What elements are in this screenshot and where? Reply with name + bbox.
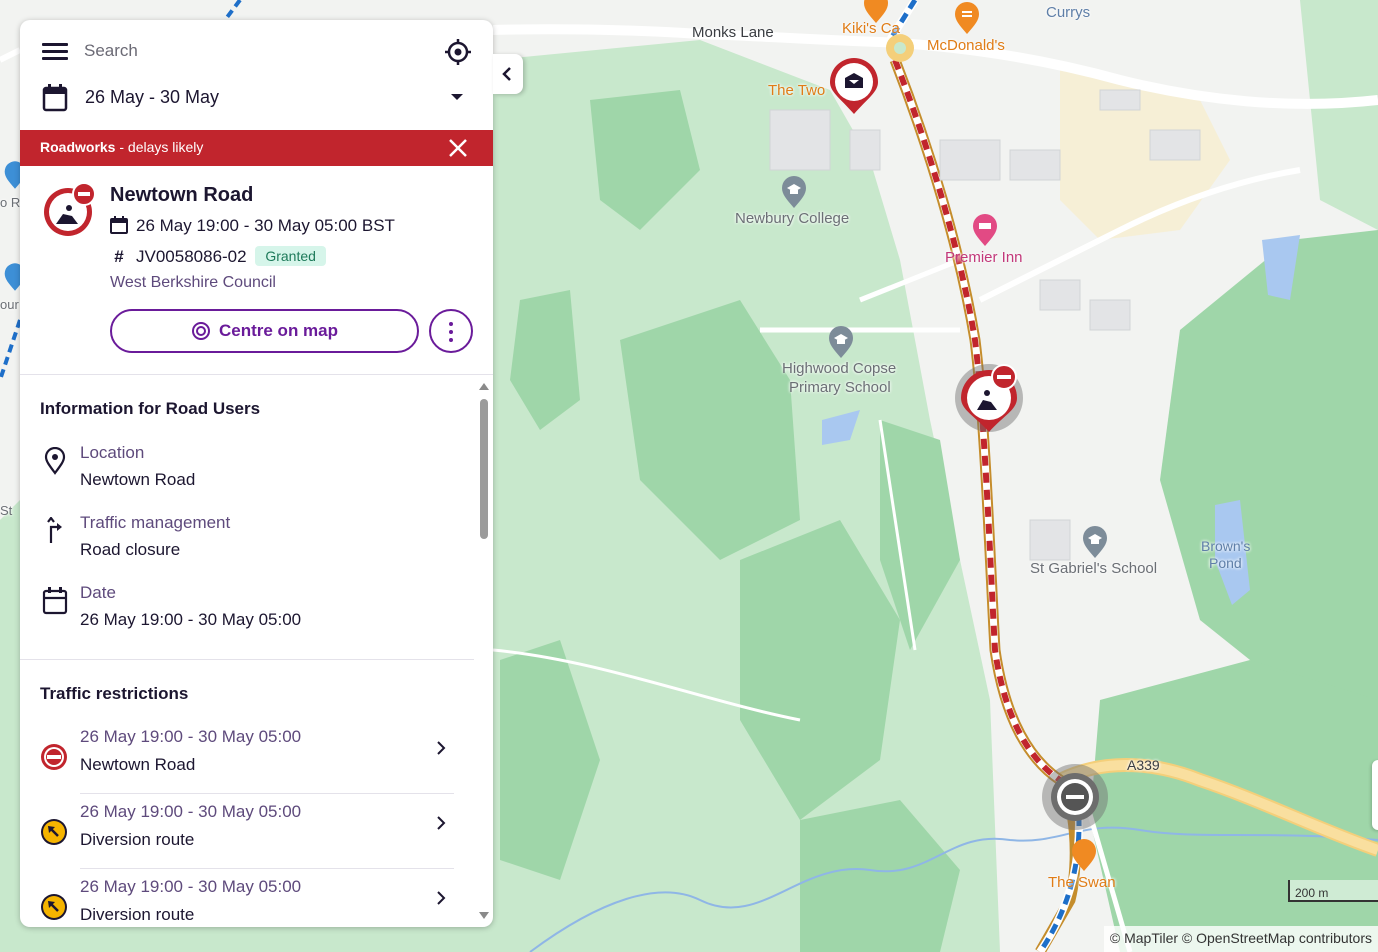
date-filter-label: 26 May - 30 May bbox=[85, 87, 220, 107]
restaurant-poi-icon[interactable] bbox=[953, 1, 981, 35]
map-label-edge-our: our bbox=[0, 297, 19, 312]
restriction-dates: 26 May 19:00 - 30 May 05:00 bbox=[80, 802, 302, 821]
chevron-down-icon[interactable] bbox=[450, 92, 464, 102]
restriction-name: Diversion route bbox=[80, 830, 195, 849]
map-label-premier-inn: Premier Inn bbox=[945, 249, 1023, 266]
school-poi-icon[interactable] bbox=[780, 175, 808, 209]
restaurant-poi-icon[interactable] bbox=[862, 0, 890, 24]
alert-subtitle: - delays likely bbox=[115, 139, 204, 155]
diversion-icon bbox=[41, 894, 67, 920]
roadworks-icon bbox=[44, 182, 96, 236]
alert-banner: Roadworks - delays likely bbox=[20, 130, 493, 166]
search-input[interactable] bbox=[84, 38, 424, 64]
map-label-st-gabriels: St Gabriel's School bbox=[1030, 560, 1158, 577]
work-dates-text: 26 May 19:00 - 30 May 05:00 BST bbox=[136, 216, 395, 235]
traffic-management-icon bbox=[47, 517, 62, 543]
row-separator bbox=[80, 868, 454, 869]
map-label-edge-o: o R bbox=[0, 195, 21, 210]
map-label-the-two: The Two bbox=[768, 82, 826, 99]
info-label: Date bbox=[80, 583, 116, 602]
roadworks-marker-icon[interactable] bbox=[953, 360, 1027, 436]
chevron-right-icon bbox=[437, 741, 446, 755]
map-label-a339: A339 bbox=[1127, 757, 1160, 773]
restriction-name: Diversion route bbox=[80, 905, 195, 924]
info-item-date: Date 26 May 19:00 - 30 May 05:00 bbox=[20, 583, 480, 643]
scrollbar[interactable] bbox=[477, 381, 491, 921]
calendar-icon bbox=[42, 587, 68, 615]
restriction-dates: 26 May 19:00 - 30 May 05:00 bbox=[80, 877, 302, 896]
school-poi-icon[interactable] bbox=[1081, 525, 1109, 559]
close-icon[interactable] bbox=[447, 137, 469, 159]
map-scale: 200 m bbox=[1288, 880, 1378, 902]
centre-on-map-button[interactable]: Centre on map bbox=[110, 309, 419, 353]
map-label-currys: Currys bbox=[1046, 4, 1091, 21]
chevron-right-icon bbox=[437, 891, 446, 905]
locate-icon[interactable] bbox=[444, 38, 472, 66]
restrictions-section-title: Traffic restrictions bbox=[40, 684, 189, 703]
map-label-monks-lane: Monks Lane bbox=[692, 24, 774, 41]
calendar-icon bbox=[110, 216, 128, 234]
info-section-title: Information for Road Users bbox=[40, 399, 261, 418]
map-label-highwood-1: Highwood Copse bbox=[782, 360, 897, 377]
no-entry-icon bbox=[41, 744, 67, 770]
map-label-the-swan: The Swan bbox=[1048, 874, 1116, 891]
pub-poi-icon[interactable] bbox=[1070, 838, 1098, 872]
menu-icon[interactable] bbox=[42, 43, 68, 63]
closure-marker-icon[interactable] bbox=[1040, 764, 1110, 834]
chevron-right-icon bbox=[437, 816, 446, 830]
target-icon bbox=[191, 322, 210, 340]
details-panel: 26 May - 30 May Roadworks - delays likel… bbox=[20, 20, 493, 927]
section-divider bbox=[20, 659, 474, 660]
collapse-panel-button[interactable] bbox=[493, 54, 523, 94]
info-item-location: Location Newtown Road bbox=[20, 443, 480, 503]
hotel-poi-icon[interactable] bbox=[971, 213, 999, 247]
scroll-up-icon[interactable] bbox=[478, 381, 490, 391]
row-separator bbox=[80, 793, 454, 794]
more-options-button[interactable] bbox=[429, 309, 473, 353]
info-value: Road closure bbox=[80, 540, 181, 559]
info-label: Location bbox=[80, 443, 145, 462]
work-reference: # JV0058086-02 Granted bbox=[110, 246, 326, 267]
work-council: West Berkshire Council bbox=[110, 274, 276, 291]
restriction-item[interactable]: 26 May 19:00 - 30 May 05:00 Newtown Road bbox=[20, 727, 480, 802]
hash-icon: # bbox=[114, 247, 124, 266]
scrollbar-thumb[interactable] bbox=[480, 399, 488, 539]
map-label-browns-2: Pond bbox=[1209, 555, 1242, 571]
info-value: Newtown Road bbox=[80, 470, 196, 489]
restriction-item[interactable]: 26 May 19:00 - 30 May 05:00 Diversion ro… bbox=[20, 877, 480, 927]
restriction-dates: 26 May 19:00 - 30 May 05:00 bbox=[80, 727, 302, 746]
info-value: 26 May 19:00 - 30 May 05:00 bbox=[80, 610, 302, 629]
map-label-newbury-college: Newbury College bbox=[735, 210, 850, 227]
info-label: Traffic management bbox=[80, 513, 231, 532]
calendar-icon bbox=[42, 84, 68, 112]
map-label-browns-1: Brown's bbox=[1201, 538, 1251, 554]
location-pin-icon bbox=[44, 447, 66, 475]
work-reference-text: JV0058086-02 bbox=[136, 247, 247, 266]
diversion-icon bbox=[41, 819, 67, 845]
info-item-traffic-management: Traffic management Road closure bbox=[20, 513, 480, 573]
map-attribution[interactable]: © MapTiler © OpenStreetMap contributors bbox=[1103, 926, 1378, 952]
date-filter[interactable]: 26 May - 30 May bbox=[20, 80, 493, 130]
centre-on-map-label: Centre on map bbox=[218, 321, 339, 340]
status-badge: Granted bbox=[255, 246, 326, 266]
scroll-down-icon[interactable] bbox=[478, 911, 490, 921]
map-label-edge-st: St bbox=[0, 503, 13, 518]
map-label-mcdonalds: McDonald's bbox=[927, 37, 1005, 54]
work-title: Newtown Road bbox=[110, 184, 254, 206]
alert-title: Roadworks bbox=[40, 139, 116, 155]
restriction-item[interactable]: 26 May 19:00 - 30 May 05:00 Diversion ro… bbox=[20, 802, 480, 877]
search-bar bbox=[20, 20, 493, 82]
school-poi-icon[interactable] bbox=[827, 325, 855, 359]
map-side-control[interactable] bbox=[1372, 760, 1378, 830]
roadworks-summary: Newtown Road 26 May 19:00 - 30 May 05:00… bbox=[20, 166, 493, 374]
event-marker-icon[interactable] bbox=[826, 54, 882, 116]
chevron-left-icon bbox=[502, 67, 511, 81]
details-scroll-area[interactable]: Information for Road Users Location Newt… bbox=[20, 374, 493, 927]
work-dates: 26 May 19:00 - 30 May 05:00 BST bbox=[110, 216, 395, 236]
map-label-highwood-2: Primary School bbox=[789, 379, 891, 396]
restriction-name: Newtown Road bbox=[80, 755, 196, 774]
